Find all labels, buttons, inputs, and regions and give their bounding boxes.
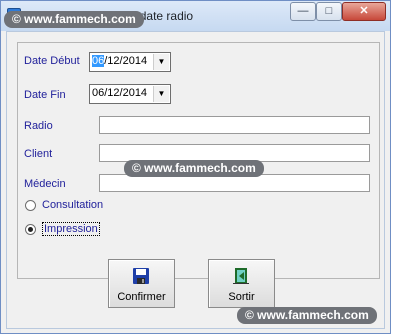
impression-radio[interactable] xyxy=(25,224,36,235)
dialog-body: Date Début 06/12/2014 ▼ Date Fin 06/12/2… xyxy=(6,31,385,329)
watermark-bottom: © www.fammech.com xyxy=(237,307,377,324)
dropdown-arrow-icon[interactable]: ▼ xyxy=(153,54,169,70)
date-debut-rest: /12/2014 xyxy=(104,55,148,67)
date-fin-picker[interactable]: 06/12/2014 ▼ xyxy=(89,84,171,104)
floppy-disk-icon xyxy=(133,268,149,284)
exit-button[interactable]: Sortir xyxy=(208,259,275,308)
date-debut-label: Date Début xyxy=(24,55,80,67)
radio-label: Radio xyxy=(24,120,53,132)
radio-selected-dot xyxy=(28,227,33,232)
date-debut-picker[interactable]: 06/12/2014 ▼ xyxy=(89,52,171,72)
consultation-radio[interactable] xyxy=(25,200,36,211)
date-debut-day-selected: 06 xyxy=(92,55,105,67)
date-debut-value: 06/12/2014 xyxy=(92,55,147,67)
date-fin-label: Date Fin xyxy=(24,89,66,101)
minimize-button[interactable]: — xyxy=(290,2,316,21)
medecin-label: Médecin xyxy=(24,178,66,190)
impression-label-text: Impression xyxy=(42,222,100,236)
watermark-center: © www.fammech.com xyxy=(124,160,264,177)
watermark-top: © www.fammech.com xyxy=(4,11,144,28)
exit-button-label: Sortir xyxy=(228,291,255,303)
dropdown-arrow-icon[interactable]: ▼ xyxy=(153,86,169,102)
confirm-button[interactable]: Confirmer xyxy=(108,259,175,308)
consultation-label[interactable]: Consultation xyxy=(42,199,103,211)
confirm-button-label: Confirmer xyxy=(117,291,166,303)
door-exit-icon xyxy=(233,268,249,284)
client-label: Client xyxy=(24,148,53,160)
radio-field[interactable] xyxy=(99,116,370,134)
close-button[interactable]: ✕ xyxy=(342,2,386,21)
maximize-button[interactable]: □ xyxy=(316,2,342,21)
impression-label[interactable]: Impression xyxy=(42,222,100,236)
date-fin-value: 06/12/2014 xyxy=(92,87,148,99)
